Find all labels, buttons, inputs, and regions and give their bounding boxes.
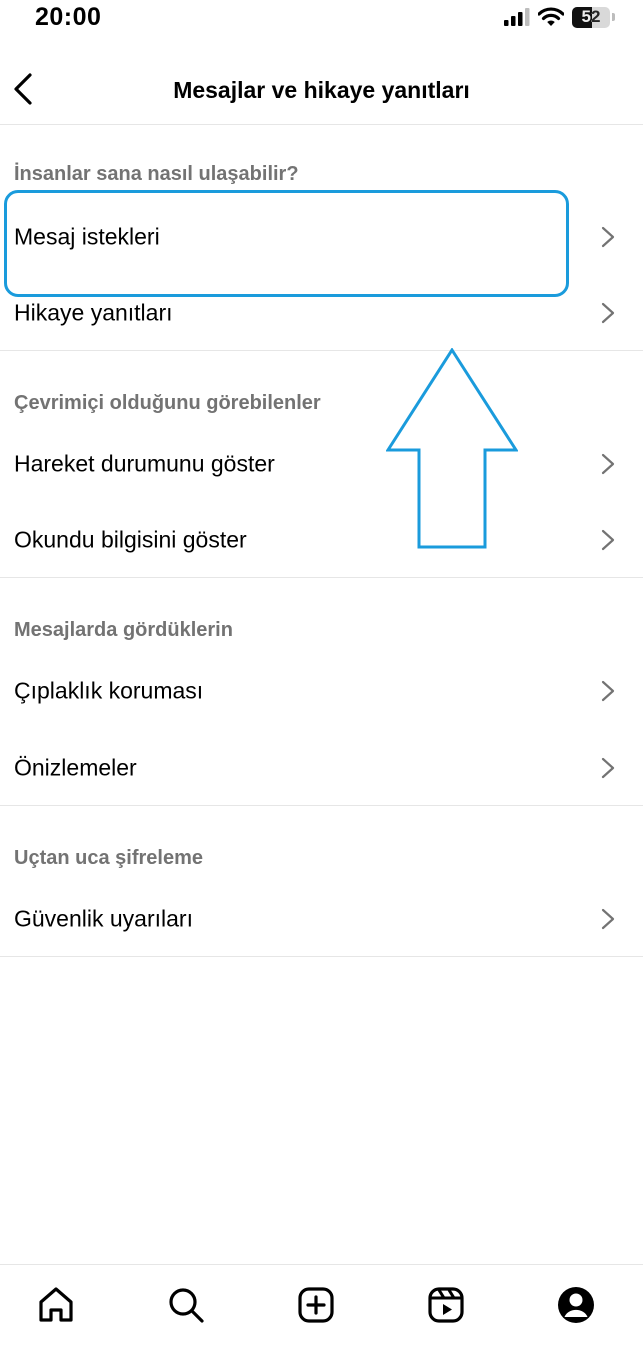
chevron-right-icon [601, 908, 615, 930]
section-header-messages: Mesajlarda gördüklerin [14, 619, 233, 641]
chevron-right-icon [601, 757, 615, 779]
row-label: Hikaye yanıtları [14, 299, 173, 326]
signal-icon [504, 8, 530, 26]
divider [0, 805, 643, 806]
search-icon [169, 1288, 204, 1323]
chevron-right-icon [601, 529, 615, 551]
battery-tip [612, 13, 615, 21]
row-label: Mesaj istekleri [14, 223, 160, 250]
tab-search[interactable] [164, 1283, 208, 1327]
page-title: Mesajlar ve hikaye yanıtları [173, 77, 470, 103]
row-activity-status[interactable]: Hareket durumunu göster [0, 426, 643, 502]
row-story-replies[interactable]: Hikaye yanıtları [0, 275, 643, 351]
row-label: Okundu bilgisini göster [14, 526, 247, 553]
chevron-right-icon [601, 453, 615, 475]
row-label: Önizlemeler [14, 754, 137, 781]
chevron-right-icon [601, 226, 615, 248]
tab-home[interactable] [34, 1283, 78, 1327]
status-bar: 20:00 52 [0, 0, 643, 40]
row-security-alerts[interactable]: Güvenlik uyarıları [0, 881, 643, 957]
status-icons: 52 [504, 6, 615, 28]
divider [0, 956, 643, 957]
wifi-icon [538, 7, 564, 26]
row-read-receipts[interactable]: Okundu bilgisini göster [0, 502, 643, 578]
nav-header: Mesajlar ve hikaye yanıtları [0, 55, 643, 125]
section-header-online: Çevrimiçi olduğunu görebilenler [14, 392, 321, 414]
tab-bar [0, 1264, 643, 1360]
row-message-requests[interactable]: Mesaj istekleri [0, 199, 643, 275]
tab-profile[interactable] [554, 1283, 598, 1327]
divider [0, 350, 643, 351]
home-icon [39, 1287, 73, 1322]
battery-icon: 52 [572, 6, 610, 28]
create-icon [298, 1287, 334, 1323]
profile-icon [558, 1287, 594, 1323]
battery-level: 52 [581, 7, 601, 26]
row-label: Güvenlik uyarıları [14, 905, 193, 932]
tab-create[interactable] [294, 1283, 338, 1327]
row-nudity-protection[interactable]: Çıplaklık koruması [0, 653, 643, 729]
section-header-encryption: Uçtan uca şifreleme [14, 847, 203, 869]
tab-reels[interactable] [424, 1283, 468, 1327]
row-previews[interactable]: Önizlemeler [0, 730, 643, 806]
divider [0, 577, 643, 578]
chevron-right-icon [601, 680, 615, 702]
status-time: 20:00 [35, 3, 102, 31]
chevron-right-icon [601, 302, 615, 324]
row-label: Çıplaklık koruması [14, 677, 204, 704]
reels-icon [428, 1287, 464, 1323]
section-header-reach: İnsanlar sana nasıl ulaşabilir? [14, 163, 299, 185]
row-label: Hareket durumunu göster [14, 450, 275, 477]
